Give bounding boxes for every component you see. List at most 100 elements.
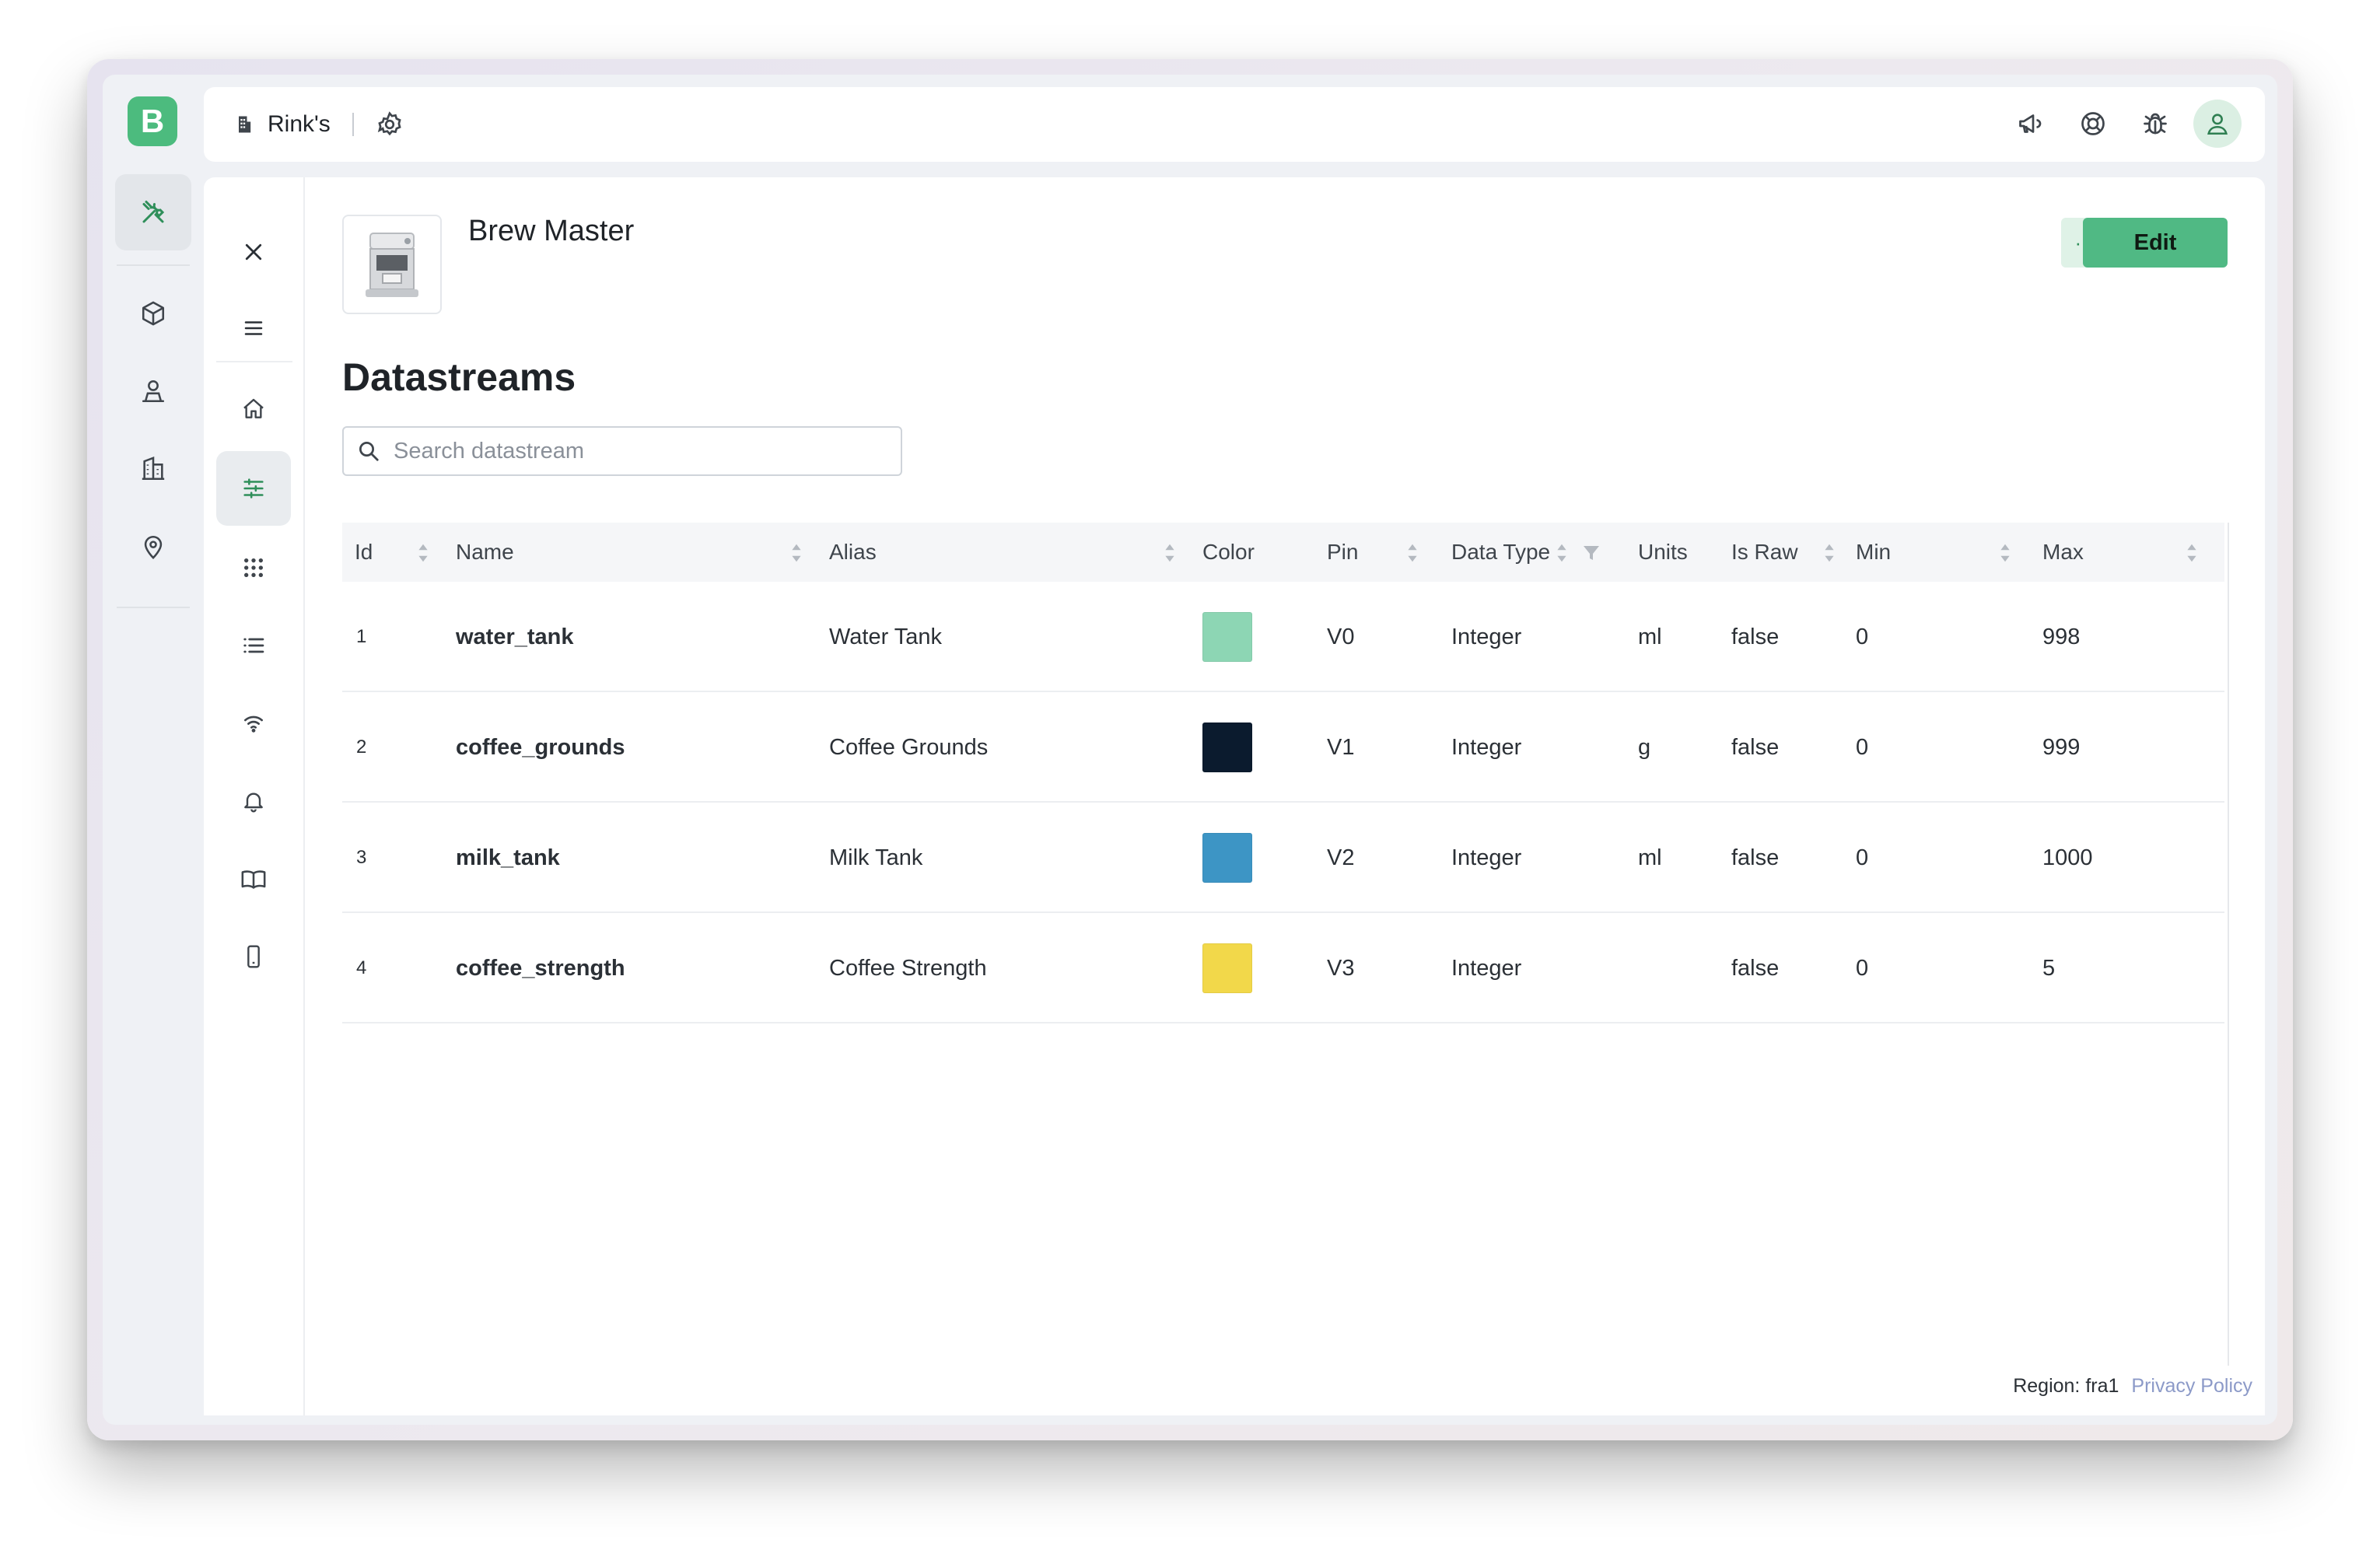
column-header-is-raw[interactable]: Is Raw: [1731, 523, 1798, 582]
buildings-icon: [142, 456, 165, 481]
edit-button[interactable]: Edit: [2083, 218, 2228, 268]
cell-pin: V1: [1327, 734, 1355, 760]
home-icon: [243, 398, 264, 418]
sort-icon[interactable]: [1405, 541, 1420, 565]
subnav-metadata[interactable]: [216, 608, 291, 683]
color-swatch: [1202, 723, 1252, 772]
footer: Region: fra1 Privacy Policy: [1965, 1366, 2252, 1406]
main-panel: Brew Master ··· Edit Datastreams Id Name: [204, 177, 2265, 1415]
cell-id: 1: [356, 626, 367, 647]
column-header-data-type[interactable]: Data Type: [1451, 523, 1550, 582]
bug-icon: [2144, 113, 2167, 135]
report-bug-button[interactable]: [2131, 100, 2179, 148]
table-row[interactable]: 2 coffee_grounds Coffee Grounds V1 Integ…: [342, 692, 2224, 803]
org-name: Rink's: [268, 111, 331, 137]
rail-users-button[interactable]: [134, 372, 173, 411]
cell-name: coffee_grounds: [456, 734, 625, 760]
cell-min: 0: [1856, 624, 1869, 649]
color-swatch: [1202, 943, 1252, 993]
megaphone-icon: [2019, 114, 2042, 133]
rail-products-button[interactable]: [134, 294, 173, 333]
app-frame: B Rink's Brew Master Edit Datastreams Se…: [103, 75, 2277, 1425]
location-pin-icon: [144, 535, 163, 559]
sort-icon[interactable]: [1822, 541, 1837, 565]
cell-alias: Coffee Grounds: [829, 734, 989, 760]
rail-organizations-button[interactable]: [134, 450, 173, 488]
color-swatch: [1202, 612, 1252, 662]
filter-icon[interactable]: [1582, 543, 1601, 562]
subnav-divider: [216, 361, 292, 362]
column-header-min[interactable]: Min: [1856, 523, 1891, 582]
settings-icon[interactable]: [376, 110, 404, 138]
cell-max: 5: [2042, 955, 2056, 981]
table-header: Id Name Alias Color Pin Data Type Units: [342, 523, 2224, 582]
announcements-button[interactable]: [2007, 100, 2055, 148]
cell-id: 4: [356, 957, 367, 978]
page-title: Datastreams: [342, 355, 576, 399]
sort-icon[interactable]: [1554, 541, 1570, 565]
cell-data-type: Integer: [1451, 845, 1522, 870]
sort-icon[interactable]: [415, 541, 431, 565]
column-header-color: Color: [1202, 540, 1255, 564]
column-header-id[interactable]: Id: [355, 523, 373, 582]
template-content: Brew Master ··· Edit Datastreams Id Name: [305, 177, 2265, 1415]
mobile-icon: [247, 945, 260, 968]
cell-min: 0: [1856, 734, 1869, 760]
subnav-mobile[interactable]: [216, 919, 291, 994]
building-icon: [239, 116, 251, 133]
close-button[interactable]: [216, 215, 291, 289]
table-row[interactable]: 4 coffee_strength Coffee Strength V3 Int…: [342, 913, 2224, 1023]
subnav-events[interactable]: [216, 764, 291, 838]
menu-button[interactable]: [216, 291, 291, 366]
column-header-max[interactable]: Max: [2042, 523, 2084, 582]
sort-icon[interactable]: [2184, 541, 2200, 565]
cell-data-type: Integer: [1451, 624, 1522, 649]
privacy-policy-link[interactable]: Privacy Policy: [2131, 1375, 2252, 1398]
user-avatar[interactable]: [2193, 100, 2242, 148]
help-button[interactable]: [2069, 100, 2117, 148]
wireless-icon: [244, 716, 263, 733]
cell-min: 0: [1856, 845, 1869, 870]
subnav-datastreams[interactable]: [216, 451, 291, 526]
bell-icon: [244, 792, 263, 813]
cell-color: [1202, 692, 1252, 803]
main-rail: B: [103, 75, 204, 1425]
subnav-web-dashboard[interactable]: [216, 530, 291, 605]
sort-icon[interactable]: [1997, 541, 2013, 565]
subnav-connection[interactable]: [216, 686, 291, 761]
brand-logo[interactable]: B: [128, 96, 177, 146]
cell-is-raw: false: [1731, 955, 1780, 981]
top-actions: [2007, 100, 2242, 148]
table-row[interactable]: 3 milk_tank Milk Tank V2 Integer ml fals…: [342, 803, 2224, 913]
column-header-alias[interactable]: Alias: [829, 523, 877, 582]
top-bar: Rink's: [204, 87, 2265, 162]
rail-tools-button[interactable]: [115, 174, 191, 250]
subnav-docs[interactable]: [216, 841, 291, 916]
user-avatar-icon: [2207, 114, 2228, 135]
table-scrollbar[interactable]: [2228, 523, 2229, 1370]
datastreams-table: Id Name Alias Color Pin Data Type Units: [342, 523, 2224, 1023]
rail-locations-button[interactable]: [134, 527, 173, 566]
cell-id: 2: [356, 737, 367, 758]
sort-icon[interactable]: [789, 541, 804, 565]
book-icon: [241, 870, 266, 889]
cell-units: ml: [1638, 845, 1662, 870]
subnav-home[interactable]: [216, 372, 291, 446]
rail-divider: [117, 264, 190, 266]
cell-alias: Water Tank: [829, 624, 943, 649]
grid-icon: [244, 558, 263, 577]
cell-max: 999: [2042, 734, 2081, 760]
org-switcher[interactable]: Rink's: [233, 106, 404, 143]
column-header-pin[interactable]: Pin: [1327, 523, 1358, 582]
cell-color: [1202, 913, 1252, 1023]
cell-pin: V3: [1327, 955, 1355, 981]
column-header-name[interactable]: Name: [456, 523, 514, 582]
cube-icon: [142, 301, 165, 326]
table-row[interactable]: 1 water_tank Water Tank V0 Integer ml fa…: [342, 582, 2224, 692]
search-input[interactable]: [394, 438, 876, 464]
help-ring-icon: [2081, 112, 2105, 135]
cell-is-raw: false: [1731, 845, 1780, 870]
region-label: Region: fra1: [2013, 1374, 2119, 1397]
cell-data-type: Integer: [1451, 734, 1522, 760]
sort-icon[interactable]: [1162, 541, 1178, 565]
